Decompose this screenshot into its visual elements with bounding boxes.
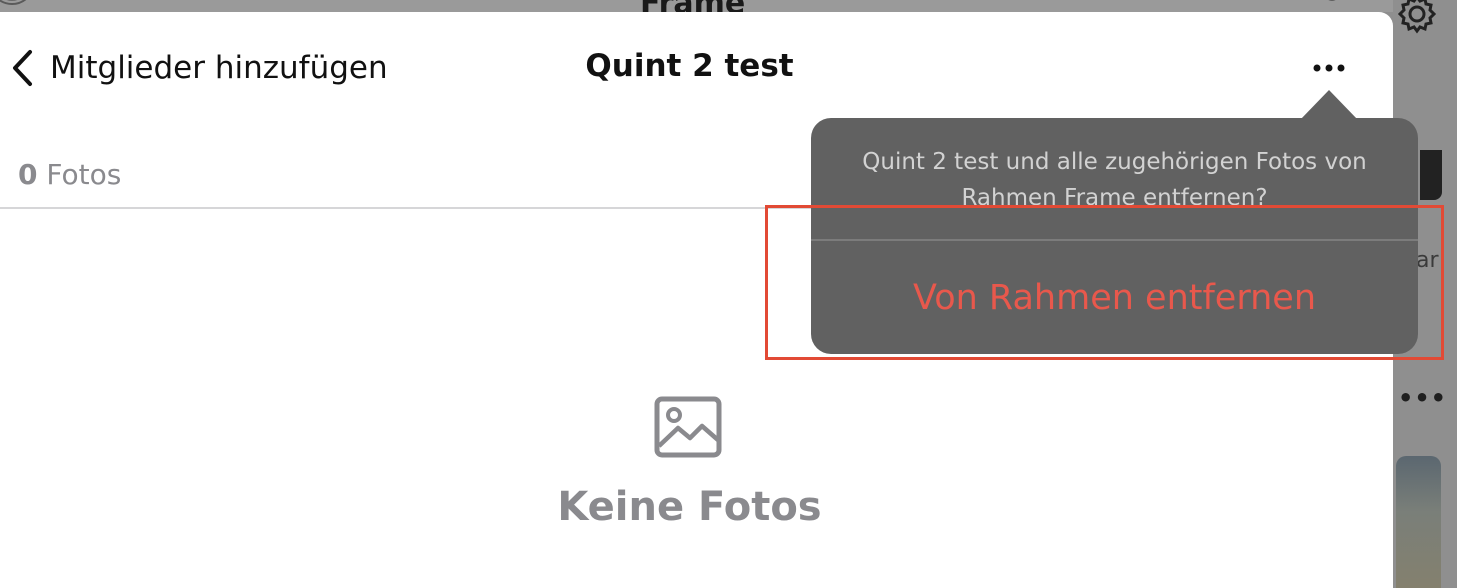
search-icon[interactable] [1318,0,1346,8]
photo-count-number: 0 [18,158,38,191]
page-title: Quint 2 test [585,48,794,84]
popover-arrow [1300,90,1358,120]
highlight-box [765,205,1444,360]
photo-count: 0 Fotos [18,158,121,191]
background-more-icon[interactable]: ••• [1398,384,1447,412]
empty-state-label: Keine Fotos [557,484,822,530]
gear-icon[interactable] [1396,0,1438,40]
photo-icon [654,396,722,458]
background-photo [1396,456,1441,588]
photo-count-label: Fotos [46,158,122,191]
background-circle-icon [0,0,27,5]
background-thumbnail [1420,150,1442,200]
more-icon[interactable] [1310,58,1350,78]
